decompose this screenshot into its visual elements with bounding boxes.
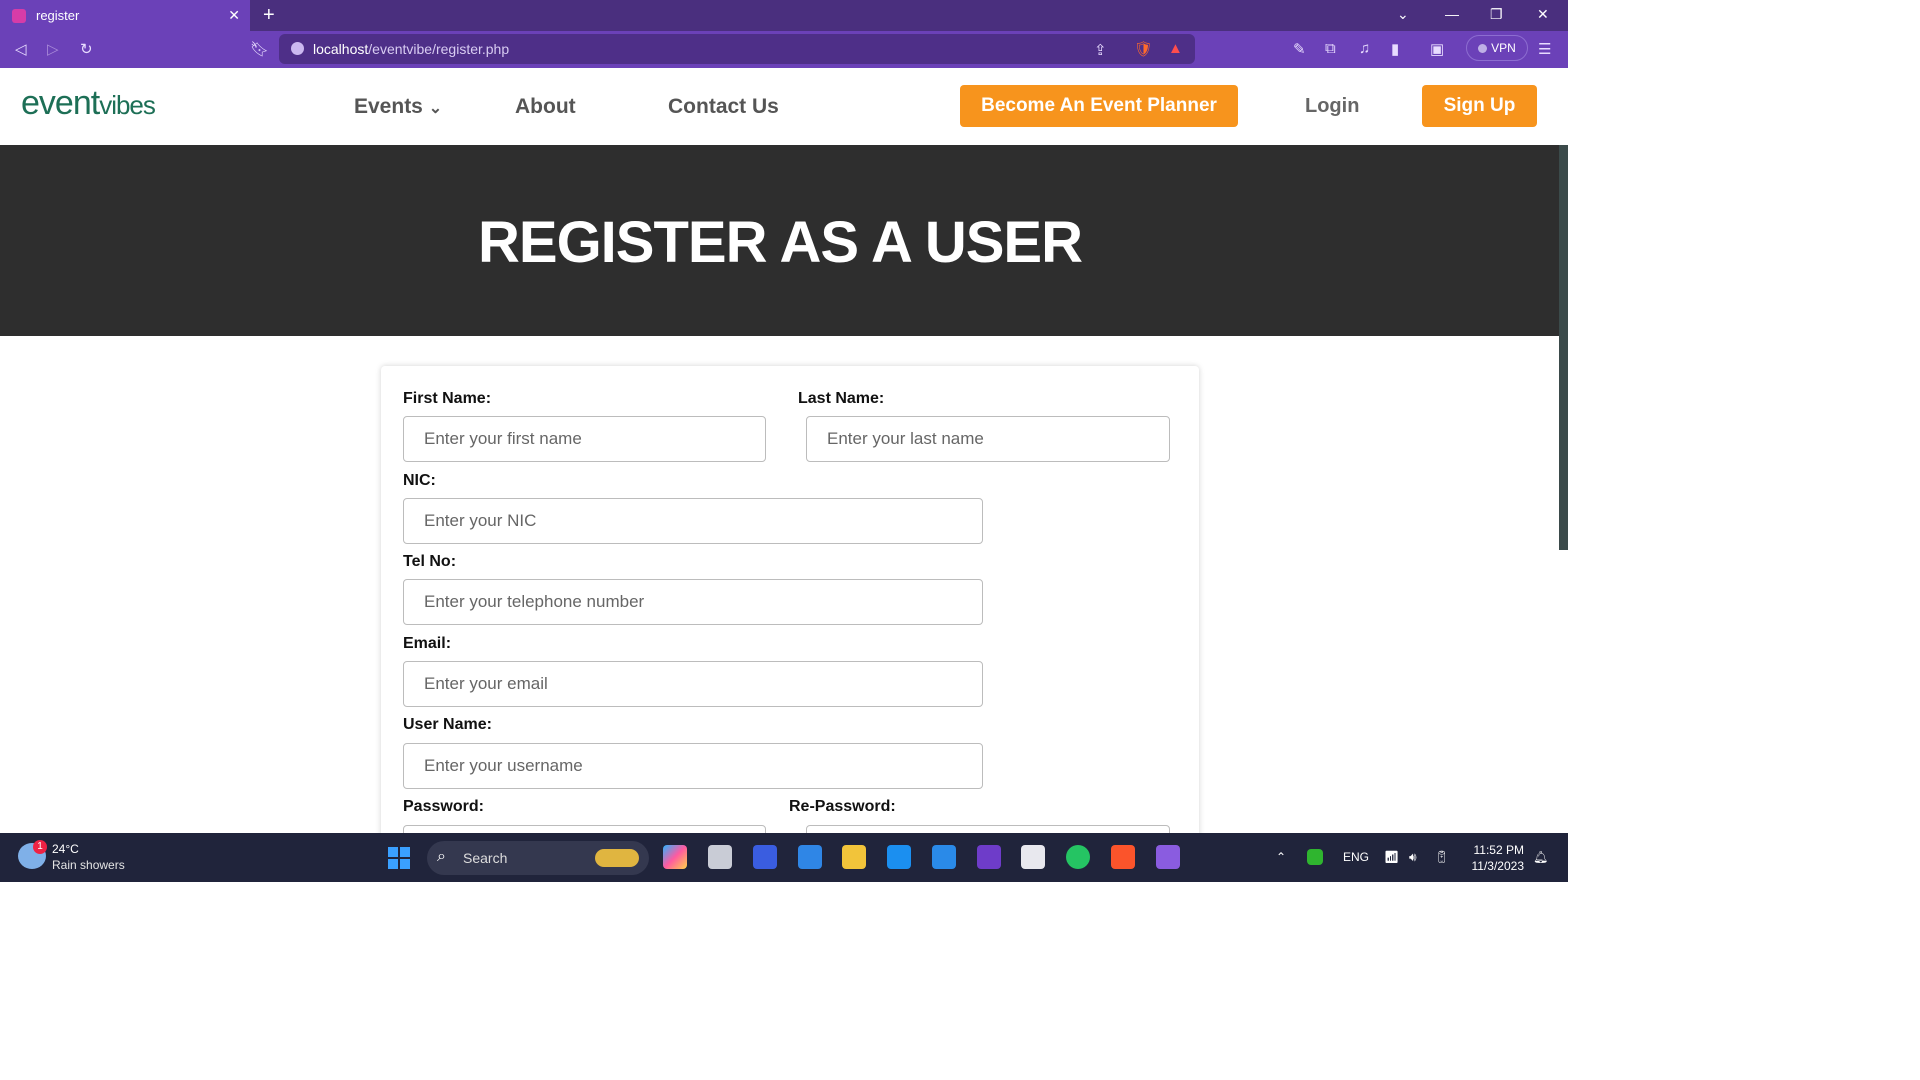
- sign-up-button[interactable]: Sign Up: [1422, 85, 1537, 127]
- nav-events[interactable]: Events ⌄: [354, 95, 442, 119]
- login-link[interactable]: Login: [1305, 95, 1359, 118]
- new-tab-button[interactable]: +: [263, 4, 275, 27]
- file-explorer-icon[interactable]: [842, 845, 866, 869]
- volume-icon[interactable]: 🔊︎: [1409, 850, 1417, 865]
- tel-label: Tel No:: [403, 553, 457, 570]
- extensions-icon[interactable]: ⧉: [1325, 40, 1336, 57]
- hero-banner: REGISTER AS A USER: [0, 145, 1560, 336]
- battery-icon[interactable]: 🔋︎: [1434, 850, 1449, 864]
- username-input[interactable]: [403, 743, 983, 789]
- minimize-icon[interactable]: —: [1445, 6, 1459, 22]
- snipping-tool-icon[interactable]: [1021, 845, 1045, 869]
- clipchamp-icon[interactable]: [1156, 845, 1180, 869]
- site-info-icon[interactable]: [291, 42, 304, 55]
- nav-contact[interactable]: Contact Us: [668, 95, 779, 119]
- reload-icon[interactable]: ↻: [80, 40, 93, 58]
- become-planner-button[interactable]: Become An Event Planner: [960, 85, 1238, 127]
- brave-browser-icon[interactable]: [1111, 845, 1135, 869]
- clock-date: 11/3/2023: [1471, 859, 1525, 873]
- browser-toolbar: ◁ ▷ ↻ 🔖︎ localhost/eventvibe/register.ph…: [0, 31, 1568, 68]
- vpn-button[interactable]: VPN: [1466, 35, 1528, 61]
- email-label: Email:: [403, 635, 452, 652]
- search-highlight-icon: [595, 849, 639, 867]
- start-button[interactable]: [388, 847, 410, 869]
- weather-temperature[interactable]: 24°C: [52, 842, 79, 856]
- tray-app-icon[interactable]: [1307, 849, 1323, 865]
- email-input[interactable]: [403, 661, 983, 707]
- first-name-label: First Name:: [403, 390, 492, 407]
- brave-rewards-icon[interactable]: ▲: [1168, 40, 1183, 57]
- address-bar[interactable]: localhost/eventvibe/register.php ⇪ 🛡︎ ▲: [279, 34, 1195, 64]
- visual-studio-icon[interactable]: [977, 845, 1001, 869]
- bookmark-icon[interactable]: 🔖︎: [250, 40, 269, 58]
- language-indicator[interactable]: ENG: [1343, 850, 1369, 864]
- password-label: Password:: [403, 798, 484, 815]
- wallet-icon[interactable]: ▣: [1430, 40, 1444, 58]
- site-logo[interactable]: eventvibes: [21, 84, 156, 123]
- registration-form: First Name: Last Name: NIC: Tel No: Emai…: [381, 366, 1199, 871]
- tab-title: register: [36, 8, 80, 23]
- weather-badge: 1: [33, 840, 47, 854]
- tray-overflow-icon[interactable]: ⌃: [1276, 850, 1286, 864]
- restore-icon[interactable]: ❐: [1490, 6, 1503, 23]
- share-icon[interactable]: ⇪: [1094, 41, 1107, 59]
- brave-shields-icon[interactable]: 🛡︎: [1134, 40, 1153, 58]
- app-icon-2[interactable]: [887, 845, 911, 869]
- first-name-input[interactable]: [403, 416, 766, 462]
- page-scrollbar[interactable]: [1559, 145, 1568, 550]
- task-view-icon[interactable]: [708, 845, 732, 869]
- clock-time: 11:52 PM: [1473, 843, 1524, 857]
- tel-input[interactable]: [403, 579, 983, 625]
- notification-bell-icon[interactable]: 🔔︎: [1533, 850, 1548, 864]
- vpn-label: VPN: [1491, 41, 1516, 55]
- taskbar: 1 24°C Rain showers ⌕ Search ⌃ ENG 📶︎ 🔊︎…: [0, 833, 1568, 882]
- last-name-label: Last Name:: [798, 390, 885, 407]
- back-icon[interactable]: ◁: [15, 40, 27, 58]
- vpn-status-icon: [1478, 43, 1488, 53]
- username-label: User Name:: [403, 716, 492, 733]
- nav-about[interactable]: About: [515, 95, 576, 119]
- notepad-icon[interactable]: [798, 845, 822, 869]
- window-close-icon[interactable]: ✕: [1537, 6, 1549, 23]
- repassword-label: Re-Password:: [789, 798, 896, 815]
- copilot-icon[interactable]: [663, 845, 687, 869]
- url-text[interactable]: localhost/eventvibe/register.php: [313, 41, 509, 57]
- whatsapp-icon[interactable]: [1066, 845, 1090, 869]
- weather-condition[interactable]: Rain showers: [52, 858, 125, 872]
- forward-icon[interactable]: ▷: [47, 40, 59, 58]
- chevron-down-icon: ⌄: [428, 100, 443, 117]
- nic-label: NIC:: [403, 472, 436, 489]
- pen-icon[interactable]: ✎: [1293, 40, 1306, 58]
- menu-icon[interactable]: ☰: [1538, 40, 1551, 58]
- search-label: Search: [463, 850, 508, 866]
- sidebar-icon[interactable]: ▮: [1391, 40, 1399, 58]
- site-header: eventvibes Events ⌄ About Contact Us Bec…: [0, 68, 1568, 145]
- system-clock[interactable]: 11:52 PM 11/3/2023: [1468, 842, 1525, 874]
- app-icon[interactable]: [753, 845, 777, 869]
- tab-list-chevron-icon[interactable]: ⌄: [1397, 6, 1409, 23]
- taskbar-search[interactable]: ⌕ Search: [427, 841, 649, 875]
- vscode-icon[interactable]: [932, 845, 956, 869]
- music-icon[interactable]: ♫: [1359, 40, 1370, 57]
- search-icon: ⌕: [437, 848, 446, 865]
- browser-tab-bar: register ✕ + ⌄ — ❐ ✕: [0, 0, 1568, 31]
- nic-input[interactable]: [403, 498, 983, 544]
- page-title: REGISTER AS A USER: [478, 210, 1083, 275]
- wifi-icon[interactable]: 📶︎: [1384, 850, 1399, 864]
- tab-favicon-icon: [12, 8, 26, 23]
- last-name-input[interactable]: [806, 416, 1170, 462]
- tab-close-icon[interactable]: ✕: [228, 7, 240, 24]
- browser-tab[interactable]: register ✕: [0, 0, 250, 31]
